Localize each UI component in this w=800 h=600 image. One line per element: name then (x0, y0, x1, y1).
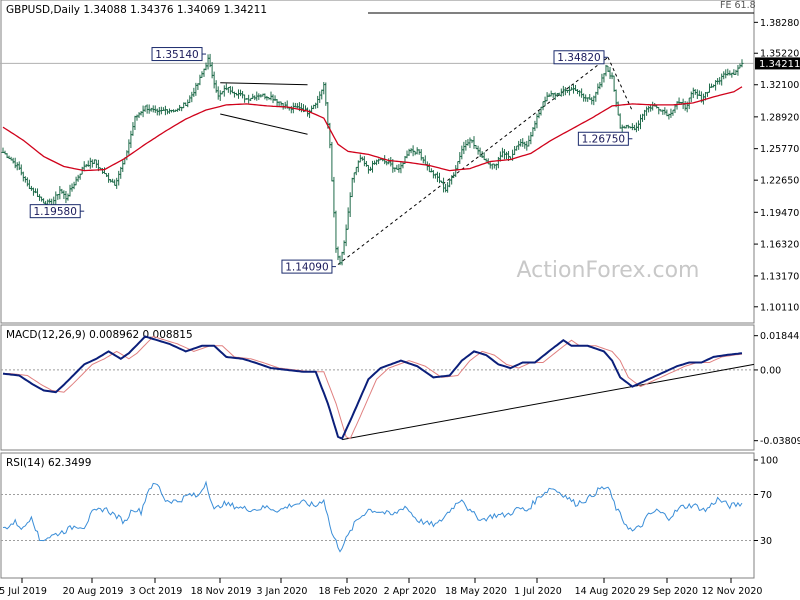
x-tick-label: 3 Jan 2020 (257, 586, 308, 597)
x-tick-label: 18 Feb 2020 (318, 586, 377, 597)
x-tick-label: 5 Jul 2019 (0, 586, 47, 597)
rsi-tick-label: 30 (760, 536, 772, 547)
callout-label: 1.14090 (285, 261, 328, 273)
x-tick-label: 18 Nov 2019 (191, 586, 252, 597)
current-price-label: 1.34211 (759, 59, 800, 70)
x-tick-label: 3 Oct 2019 (130, 586, 183, 597)
price-tick-label: 1.13170 (760, 271, 799, 282)
macd-title: MACD(12,26,9) 0.008962 0.008815 (6, 329, 193, 341)
price-tick-label: 1.25770 (760, 144, 799, 155)
macd-tick-label: -0.038095 (760, 436, 800, 447)
price-tick-label: 1.38280 (760, 18, 799, 29)
rsi-title: RSI(14) 62.3499 (6, 457, 91, 469)
x-tick-label: 18 May 2020 (445, 586, 507, 597)
x-tick-label: 14 Aug 2020 (575, 586, 636, 597)
x-tick-label: 12 Nov 2020 (702, 586, 763, 597)
price-tick-label: 1.16320 (760, 240, 799, 251)
price-tick-label: 1.32100 (760, 80, 799, 91)
fib-level-label: FE 61.8 (720, 0, 756, 11)
price-tick-label: 1.28920 (760, 112, 799, 123)
callout-label: 1.34820 (557, 52, 600, 64)
macd-tick-label: 0.00 (760, 365, 781, 376)
rsi-tick-label: 100 (760, 456, 778, 467)
x-tick-label: 29 Sep 2020 (638, 586, 698, 597)
callout-label: 1.35140 (155, 49, 198, 61)
rsi-tick-label: 70 (760, 490, 772, 501)
callout-label: 1.19580 (33, 206, 76, 218)
macd-tick-label: 0.018442 (760, 331, 800, 342)
watermark: ActionForex.com (517, 258, 700, 283)
x-tick-label: 2 Apr 2020 (384, 586, 437, 597)
price-tick-label: 1.22650 (760, 176, 799, 187)
price-tick-label: 1.10110 (760, 302, 799, 313)
x-tick-label: 1 Jul 2020 (514, 586, 562, 597)
x-tick-label: 20 Aug 2019 (63, 586, 124, 597)
chart-svg: GBPUSD,Daily 1.34088 1.34376 1.34069 1.3… (0, 0, 800, 600)
price-title: GBPUSD,Daily 1.34088 1.34376 1.34069 1.3… (6, 4, 267, 16)
price-tick-label: 1.19470 (760, 208, 799, 219)
callout-label: 1.26750 (582, 134, 625, 146)
